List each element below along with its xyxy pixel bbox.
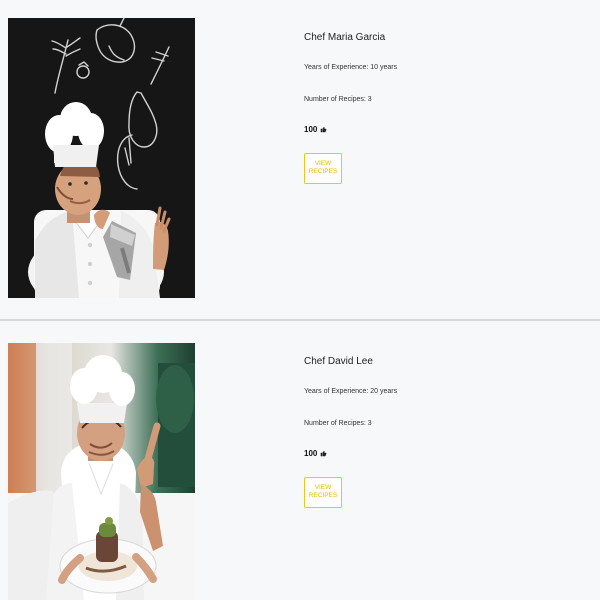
chef-photo-image: [8, 18, 195, 298]
card-divider: [0, 319, 600, 321]
chef-list-page: Chef Maria Garcia Years of Experience: 1…: [0, 0, 600, 600]
chef-card: Chef Maria Garcia Years of Experience: 1…: [0, 0, 600, 320]
number-of-recipes: Number of Recipes: 3: [304, 96, 372, 103]
years-of-experience: Years of Experience: 10 years: [304, 64, 398, 71]
years-of-experience: Years of Experience: 20 years: [304, 388, 398, 395]
view-recipes-button[interactable]: VIEW RECIPES: [304, 152, 342, 184]
likes-count: 100: [304, 125, 564, 135]
chef-name: Chef Maria Garcia: [304, 32, 386, 43]
thumbs-up-icon: [320, 450, 327, 457]
view-recipes-button[interactable]: VIEW RECIPES: [304, 476, 342, 508]
likes-count: 100: [304, 449, 564, 459]
likes-value: 100: [304, 125, 318, 134]
number-of-recipes: Number of Recipes: 3: [304, 420, 372, 427]
thumbs-up-icon: [320, 126, 327, 133]
chef-name: Chef David Lee: [304, 356, 373, 367]
chef-photo: [8, 343, 195, 600]
chef-info: Chef Maria Garcia Years of Experience: 1…: [304, 31, 564, 184]
likes-value: 100: [304, 449, 318, 458]
chef-info: Chef David Lee Years of Experience: 20 y…: [304, 355, 564, 508]
chef-photo-image: [8, 343, 195, 600]
chef-card: Chef David Lee Years of Experience: 20 y…: [0, 322, 600, 600]
chef-photo: [8, 18, 195, 298]
